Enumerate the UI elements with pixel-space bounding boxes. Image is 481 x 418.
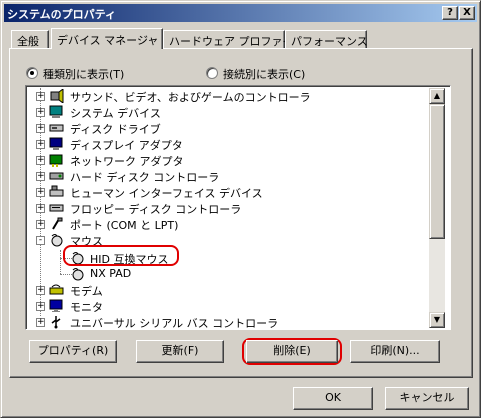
expand-icon[interactable]: + [36,302,45,311]
remove-button[interactable]: 削除(E) [246,340,338,363]
cancel-button[interactable]: キャンセル [385,387,469,410]
device-tree[interactable]: + サウンド、ビデオ、およびゲームのコントローラ + システム デバイス + デ… [25,85,451,330]
radio-by-connection-dot[interactable] [206,67,218,79]
scroll-down-icon[interactable]: ▼ [429,312,445,328]
tree-item-label: サウンド、ビデオ、およびゲームのコントローラ [70,91,311,104]
expand-icon[interactable]: + [36,204,45,213]
tree-item-label: モデム [70,285,103,298]
tree-item-label: ユニバーサル シリアル バス コントローラ [70,317,279,330]
tree-item-label: マウス [70,235,103,248]
properties-button[interactable]: プロパティ(R) [29,340,117,363]
display-adapter-icon [49,137,64,151]
monitor-icon [49,299,64,313]
radio-by-connection-label: 接続別に表示(C) [223,68,306,81]
tree-item-label: HID 互換マウス [90,253,169,266]
hard-disk-controller-icon [49,169,64,183]
mouse-icon [49,233,64,247]
tab-hardware-profiles[interactable]: ハードウェア プロファイル [163,30,305,48]
network-adapter-icon [49,153,64,167]
radio-by-type-dot[interactable] [26,67,38,79]
tree-item-label: NX PAD [90,267,132,280]
scroll-thumb[interactable] [429,104,445,239]
system-properties-window: システムのプロパティ ? X 全般 デバイス マネージャ ハードウェア プロファ… [0,0,481,418]
hid-icon [49,185,64,199]
port-icon [49,217,64,231]
expand-icon[interactable]: + [36,220,45,229]
usb-icon [49,315,64,329]
disk-drive-icon [49,121,64,135]
expand-icon[interactable]: + [36,172,45,181]
ok-button[interactable]: OK [293,387,373,410]
floppy-controller-icon [49,201,64,215]
tree-scrollbar[interactable]: ▲ ▼ [429,88,445,328]
expand-icon[interactable]: + [36,188,45,197]
window-title: システムのプロパティ [7,8,117,21]
title-bar: システムのプロパティ ? X [4,4,477,22]
collapse-icon[interactable]: - [36,236,45,245]
tab-general[interactable]: 全般 [11,30,49,48]
tree-item-label: ヒューマン インターフェイス デバイス [70,187,263,200]
tree-item-label: ハード ディスク コントローラ [70,171,220,184]
tree-item-label: フロッピー ディスク コントローラ [70,203,242,216]
mouse-icon [70,251,85,265]
expand-icon[interactable]: + [36,108,45,117]
close-button[interactable]: X [459,6,475,20]
mouse-icon [70,267,85,281]
scroll-up-icon[interactable]: ▲ [429,88,445,104]
tree-item-label: ポート (COM と LPT) [70,219,179,232]
tree-item-label: モニタ [70,301,103,314]
tree-item-label: ネットワーク アダプタ [70,155,184,168]
expand-icon[interactable]: + [36,318,45,327]
expand-icon[interactable]: + [36,286,45,295]
tree-connector [60,250,61,274]
expand-icon[interactable]: + [36,124,45,133]
radio-by-type-label: 種類別に表示(T) [43,68,125,81]
system-device-icon [49,105,64,119]
tree-item-label: ディスプレイ アダプタ [70,139,183,152]
expand-icon[interactable]: + [36,156,45,165]
tree-item-label: ディスク ドライブ [70,123,161,136]
tab-performance[interactable]: パフォーマンス [285,30,368,48]
sound-icon [49,88,64,104]
tree-item-label: システム デバイス [70,107,161,120]
help-button[interactable]: ? [442,6,458,20]
tab-device-manager[interactable]: デバイス マネージャ [51,28,163,49]
print-button[interactable]: 印刷(N)... [350,340,440,363]
expand-icon[interactable]: + [36,92,45,101]
expand-icon[interactable]: + [36,140,45,149]
modem-icon [49,283,64,297]
refresh-button[interactable]: 更新(F) [136,340,224,363]
